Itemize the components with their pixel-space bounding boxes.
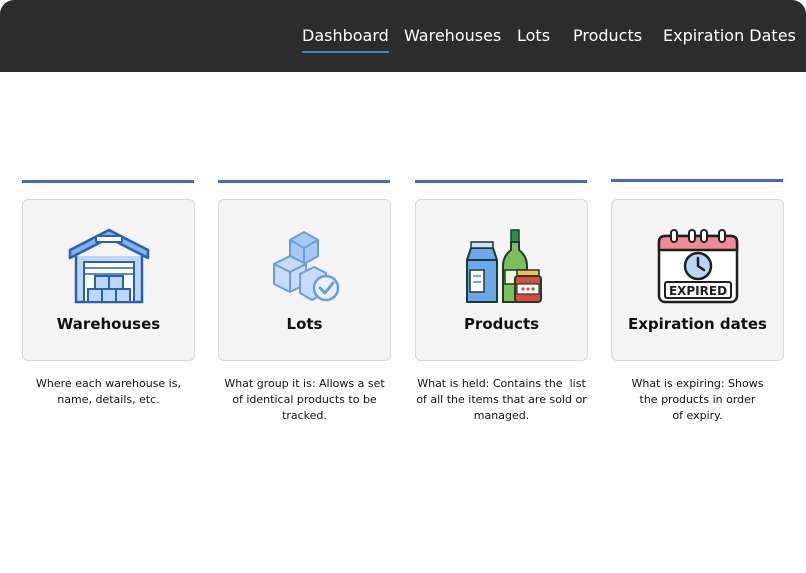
description-line: tracked. [282,409,327,422]
nav-warehouses[interactable]: Warehouses [404,26,501,46]
lots-description: What group it is: Allows a set of identi… [218,376,391,424]
lots-card[interactable]: Lots [218,199,391,361]
active-nav-underline [302,51,389,53]
warehouses-description: Where each warehouse is, name, details, … [22,376,195,408]
nav-products[interactable]: Products [573,26,642,46]
svg-text:EXPIRED: EXPIRED [668,284,726,298]
section-divider-lots [218,180,390,183]
nav-expiration-dates[interactable]: Expiration Dates [663,26,796,46]
nav-lots-label: Lots [517,26,551,45]
expiration-dates-card-title: Expiration dates [628,315,767,333]
nav-expiration-dates-label: Expiration Dates [663,26,796,45]
description-line: managed. [473,409,530,422]
top-navbar: Dashboard Warehouses Lots Products Expir… [0,0,806,72]
products-card-title: Products [463,315,540,333]
products-description: What is held: Contains the list of all t… [415,376,588,424]
products-card[interactable]: Products [415,199,588,361]
warehouses-card[interactable]: Warehouses [22,199,195,361]
nav-lots[interactable]: Lots [517,26,550,46]
description-line: What is held: Contains the list [417,377,586,390]
description-line: of expiry. [672,409,723,422]
section-divider-warehouses [22,180,194,183]
expired-calendar-icon: EXPIRED [653,226,743,306]
expiration-dates-card[interactable]: EXPIRED Expiration dates [611,199,784,361]
grocery-products-icon [457,226,547,306]
description-line: What group it is: Allows a set [224,377,385,390]
description-line: What is expiring: Shows [631,377,764,390]
app-frame: Dashboard Warehouses Lots Products Expir… [0,0,806,573]
warehouses-card-title: Warehouses [56,315,161,333]
warehouse-icon [64,226,154,306]
nav-products-label: Products [573,26,643,45]
nav-warehouses-label: Warehouses [404,26,502,45]
description-line: the products in order [639,393,756,406]
expiration-dates-description: What is expiring: Shows the products in … [611,376,784,424]
nav-dashboard-label: Dashboard [302,26,389,45]
description-line: of identical products to be [232,393,377,406]
section-divider-products [415,180,587,183]
section-divider-expiration [611,179,783,182]
description-line: name, details, etc. [57,393,160,406]
lots-card-title: Lots [286,315,323,333]
description-line: of all the items that are sold or [416,393,587,406]
description-line: Where each warehouse is, [36,377,181,390]
nav-dashboard[interactable]: Dashboard [302,26,389,53]
boxes-check-icon [260,226,350,306]
